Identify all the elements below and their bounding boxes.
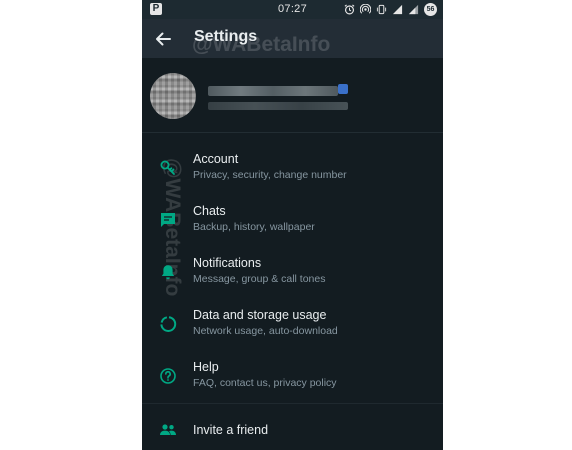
menu-item-account[interactable]: Account Privacy, security, change number — [142, 145, 443, 197]
menu-item-title: Data and storage usage — [193, 308, 327, 322]
people-icon — [159, 421, 177, 439]
vibrate-icon — [376, 4, 387, 15]
menu-item-notifications[interactable]: Notifications Message, group & call tone… — [142, 249, 443, 301]
hotspot-icon — [360, 4, 371, 15]
battery-icon: 56 — [424, 3, 437, 16]
back-arrow-icon[interactable] — [152, 28, 174, 50]
bell-icon — [159, 263, 177, 281]
page-title: Settings — [194, 28, 258, 45]
menu-item-invite-friend[interactable]: Invite a friend — [142, 405, 443, 450]
status-icons: 56 — [344, 2, 437, 17]
help-icon — [159, 367, 177, 385]
menu-item-help[interactable]: Help FAQ, contact us, privacy policy — [142, 353, 443, 405]
menu-item-title: Account — [193, 152, 239, 166]
menu-item-title: Chats — [193, 204, 226, 218]
avatar[interactable] — [150, 73, 196, 119]
menu-item-subtitle: FAQ, contact us, privacy policy — [193, 377, 337, 389]
menu-item-title: Help — [193, 360, 219, 374]
menu-item-subtitle: Message, group & call tones — [193, 273, 326, 285]
status-bar: P 07:27 56 — [142, 0, 443, 19]
chat-icon — [159, 211, 177, 229]
cell-signal-icon — [408, 4, 419, 15]
data-usage-icon — [159, 315, 177, 333]
menu-item-chats[interactable]: Chats Backup, history, wallpaper — [142, 197, 443, 249]
alarm-icon — [344, 4, 355, 15]
menu-item-subtitle: Privacy, security, change number — [193, 169, 347, 181]
profile-row[interactable] — [142, 58, 443, 133]
key-icon — [159, 159, 177, 177]
profile-name-blurred — [208, 86, 338, 96]
menu-item-title: Notifications — [193, 256, 262, 270]
profile-name-emoji-blurred — [338, 84, 348, 94]
menu-item-data-storage[interactable]: Data and storage usage Network usage, au… — [142, 301, 443, 353]
menu-item-subtitle: Network usage, auto-download — [193, 325, 338, 337]
menu-item-subtitle: Backup, history, wallpaper — [193, 221, 315, 233]
profile-status-blurred — [208, 102, 348, 110]
app-bar: Settings — [142, 19, 443, 58]
divider — [142, 403, 443, 404]
wifi-signal-icon — [392, 4, 403, 15]
phone-screen: P 07:27 56 Settings @WABetaInfo Account … — [142, 0, 443, 450]
menu-item-title: Invite a friend — [193, 423, 269, 437]
